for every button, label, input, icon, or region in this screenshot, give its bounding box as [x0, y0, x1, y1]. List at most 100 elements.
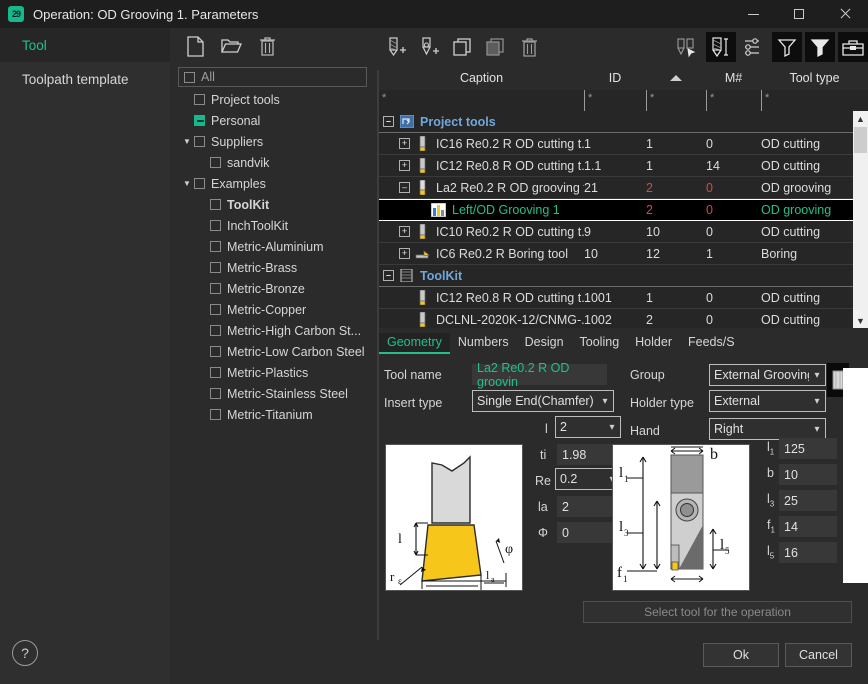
minimize-button[interactable] — [730, 0, 776, 28]
expand-icon[interactable]: + — [399, 248, 410, 259]
column-header-mnum[interactable]: M# — [706, 66, 761, 90]
duplicate-icon[interactable] — [481, 32, 511, 62]
tree-item-metric-stainless-steel[interactable]: Metric-Stainless Steel — [170, 383, 375, 404]
filter-sort[interactable]: * — [646, 90, 706, 111]
tree-item-personal[interactable]: Personal — [170, 110, 375, 131]
tree-item-toolkit[interactable]: ToolKit — [170, 194, 375, 215]
collapse-icon[interactable]: – — [399, 182, 410, 193]
tree-item-metric-high-carbon-st[interactable]: Metric-High Carbon St... — [170, 320, 375, 341]
filter-tooltype[interactable]: * — [761, 90, 868, 111]
insert-type-select[interactable]: Single End(Chamfer) ▾ — [472, 390, 614, 412]
chevron-down-icon[interactable]: ▼ — [180, 137, 194, 146]
tree-all-row[interactable]: All — [178, 67, 367, 87]
open-folder-icon[interactable] — [220, 35, 242, 57]
tab-numbers[interactable]: Numbers — [450, 333, 517, 354]
table-row[interactable]: +IC16 Re0.2 R OD cutting t...110OD cutti… — [379, 133, 868, 155]
filter-caption[interactable]: * — [379, 90, 584, 111]
new-file-icon[interactable] — [184, 35, 206, 57]
toolbox-icon[interactable] — [838, 32, 868, 62]
collapse-icon[interactable]: – — [383, 270, 394, 281]
checkbox-personal[interactable] — [194, 115, 205, 126]
filter-id[interactable]: * — [584, 90, 646, 111]
checkbox-metric-aluminium[interactable] — [210, 241, 221, 252]
tab-tooling[interactable]: Tooling — [572, 333, 628, 354]
sidebar-item-toolpath-template[interactable]: Toolpath template — [0, 62, 170, 96]
checkbox-metric-low-carbon-steel[interactable] — [210, 346, 221, 357]
tool-measure-icon[interactable] — [706, 32, 736, 62]
add-turn-tool-icon[interactable] — [415, 32, 445, 62]
ok-button[interactable]: Ok — [703, 643, 779, 667]
tab-design[interactable]: Design — [517, 333, 572, 354]
tab-holder[interactable]: Holder — [627, 333, 680, 354]
checkbox-metric-bronze[interactable] — [210, 283, 221, 294]
column-header-sort[interactable] — [646, 66, 706, 90]
collapse-icon[interactable]: – — [383, 116, 394, 127]
select-tool-button[interactable]: Select tool for the operation — [583, 601, 852, 623]
grid-vertical-scrollbar[interactable]: ▲ ▼ — [853, 111, 868, 328]
scroll-down-icon[interactable]: ▼ — [853, 313, 868, 328]
checkbox-sandvik[interactable] — [210, 157, 221, 168]
checkbox-inchtoolkit[interactable] — [210, 220, 221, 231]
select-tool-cursor-icon[interactable] — [673, 32, 703, 62]
scroll-up-icon[interactable]: ▲ — [853, 111, 868, 126]
delete-trash-icon[interactable] — [514, 32, 544, 62]
tree-item-suppliers[interactable]: ▼Suppliers — [170, 131, 375, 152]
checkbox-metric-copper[interactable] — [210, 304, 221, 315]
checkbox-toolkit[interactable] — [210, 199, 221, 210]
holder-type-select[interactable]: External ▾ — [709, 390, 826, 412]
tree-item-metric-bronze[interactable]: Metric-Bronze — [170, 278, 375, 299]
grid-group-row[interactable]: –ToolKit — [379, 265, 868, 287]
checkbox-metric-stainless-steel[interactable] — [210, 388, 221, 399]
table-row[interactable]: IC12 Re0.8 R OD cutting t...100110OD cut… — [379, 287, 868, 309]
table-row[interactable]: DCLNL-2020K-12/CNMG-...100220OD cutting — [379, 309, 868, 328]
tab-feeds-s[interactable]: Feeds/S — [680, 333, 743, 354]
holder-l5-field[interactable]: 16 — [779, 542, 837, 563]
filter-filled-icon[interactable] — [805, 32, 835, 62]
sliders-settings-icon[interactable] — [739, 32, 769, 62]
checkbox-examples[interactable] — [194, 178, 205, 189]
close-button[interactable] — [822, 0, 868, 28]
sidebar-item-tool[interactable]: Tool — [0, 28, 170, 62]
holder-l1-field[interactable]: 125 — [779, 438, 837, 459]
add-mill-tool-icon[interactable] — [382, 32, 412, 62]
checkbox-suppliers[interactable] — [194, 136, 205, 147]
holder-b-field[interactable]: 10 — [779, 464, 837, 485]
maximize-button[interactable] — [776, 0, 822, 28]
help-button[interactable]: ? — [12, 640, 38, 666]
expand-icon[interactable]: + — [399, 160, 410, 171]
holder-f1-field[interactable]: 14 — [779, 516, 837, 537]
tree-item-inchtoolkit[interactable]: InchToolKit — [170, 215, 375, 236]
tree-item-metric-titanium[interactable]: Metric-Titanium — [170, 404, 375, 425]
copy-icon[interactable] — [448, 32, 478, 62]
holder-l3-field[interactable]: 25 — [779, 490, 837, 511]
grid-group-row[interactable]: –Project tools — [379, 111, 868, 133]
grid-row-selected[interactable]: Left/OD Grooving 120OD grooving — [379, 199, 868, 221]
column-header-id[interactable]: ID — [584, 66, 646, 90]
checkbox-all[interactable] — [184, 72, 195, 83]
insert-la-field[interactable]: 2 — [557, 496, 619, 517]
table-row[interactable]: +IC12 Re0.8 R OD cutting t...1.1114OD cu… — [379, 155, 868, 177]
checkbox-metric-plastics[interactable] — [210, 367, 221, 378]
tree-item-project-tools[interactable]: Project tools — [170, 89, 375, 110]
tree-item-metric-plastics[interactable]: Metric-Plastics — [170, 362, 375, 383]
hand-select[interactable]: Right ▾ — [709, 418, 826, 440]
expand-icon[interactable]: + — [399, 226, 410, 237]
checkbox-metric-high-carbon-st[interactable] — [210, 325, 221, 336]
insert-phi-field[interactable]: 0 — [557, 522, 619, 543]
insert-ti-field[interactable]: 1.98 — [557, 444, 619, 465]
table-row[interactable]: +IC6 Re0.2 R Boring tool10121Boring — [379, 243, 868, 265]
tree-item-metric-low-carbon-steel[interactable]: Metric-Low Carbon Steel — [170, 341, 375, 362]
filter-outline-icon[interactable] — [772, 32, 802, 62]
checkbox-metric-brass[interactable] — [210, 262, 221, 273]
column-header-tooltype[interactable]: Tool type — [761, 66, 868, 90]
table-row[interactable]: –La2 Re0.2 R OD grooving t...2120OD groo… — [379, 177, 868, 199]
checkbox-metric-titanium[interactable] — [210, 409, 221, 420]
insert-l-select[interactable]: 2 ▾ — [555, 416, 621, 438]
expand-icon[interactable]: + — [399, 138, 410, 149]
column-header-caption[interactable]: Caption — [379, 66, 584, 90]
tree-item-metric-copper[interactable]: Metric-Copper — [170, 299, 375, 320]
tab-geometry[interactable]: Geometry — [379, 333, 450, 354]
tree-item-metric-aluminium[interactable]: Metric-Aluminium — [170, 236, 375, 257]
filter-mnum[interactable]: * — [706, 90, 761, 111]
tree-item-examples[interactable]: ▼Examples — [170, 173, 375, 194]
